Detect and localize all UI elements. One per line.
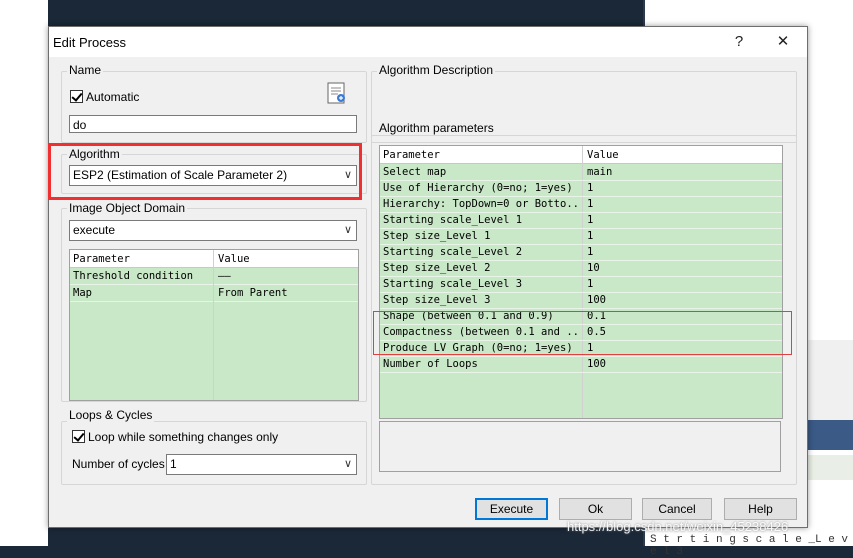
value-cell: —— (218, 270, 231, 282)
cycles-select[interactable]: 1 ∨ (166, 454, 357, 475)
help-button[interactable]: Help (724, 498, 797, 520)
process-name-input[interactable]: do (69, 115, 357, 133)
param-cell: Step size_Level 3 (383, 294, 491, 306)
param-cell: Hierarchy: TopDown=0 or Botto... (383, 198, 579, 210)
algorithm-parameter-grid[interactable]: Parameter Value Select map main Use of Hie… (379, 145, 783, 419)
table-row[interactable]: Threshold condition —— (70, 268, 358, 285)
domain-parameter-grid[interactable]: Parameter Value Threshold condition —— M… (69, 249, 359, 401)
table-row[interactable]: Step size_Level 2 10 (380, 260, 782, 277)
table-row[interactable]: Map From Parent (70, 285, 358, 302)
loop-label: Loop while something changes only (88, 430, 279, 444)
value-cell: 1 (587, 230, 594, 242)
table-row[interactable]: Starting scale_Level 2 1 (380, 244, 782, 261)
table-row[interactable]: Use of Hierarchy (0=no; 1=yes) 1 (380, 180, 782, 197)
cycles-label: Number of cycles (72, 457, 165, 471)
grid-header: Parameter Value (380, 146, 782, 164)
background-panel (806, 340, 853, 420)
domain-legend: Image Object Domain (67, 201, 188, 215)
ok-button[interactable]: Ok (559, 498, 632, 520)
parameter-description-box (379, 421, 781, 472)
header-value: Value (218, 253, 250, 265)
value-cell: main (587, 166, 613, 178)
table-row[interactable]: Hierarchy: TopDown=0 or Botto... 1 (380, 196, 782, 213)
value-cell: From Parent (218, 287, 288, 299)
table-row[interactable]: Number of Loops 100 (380, 356, 782, 373)
value-cell: 100 (587, 358, 606, 370)
execute-button[interactable]: Execute (475, 498, 548, 520)
value-cell: 1 (587, 182, 594, 194)
background-selection (806, 420, 853, 450)
param-cell: Use of Hierarchy (0=no; 1=yes) (383, 182, 573, 194)
table-row[interactable]: Select map main (380, 164, 782, 181)
table-row[interactable]: Step size_Level 3 100 (380, 292, 782, 309)
param-cell: Starting scale_Level 1 (383, 214, 523, 226)
chevron-down-icon: ∨ (343, 224, 352, 236)
background-left (0, 0, 48, 546)
param-cell: Number of Loops (383, 358, 478, 370)
automatic-label: Automatic (86, 90, 140, 104)
table-row[interactable]: Starting scale_Level 3 1 (380, 276, 782, 293)
chevron-down-icon: ∨ (343, 458, 352, 470)
title-bar: Edit Process ? ✕ (49, 27, 807, 57)
table-row[interactable]: Step size_Level 1 1 (380, 228, 782, 245)
param-cell: Step size_Level 2 (383, 262, 491, 274)
background-text: S t r t i n g s c a l e _L e v e l 3 (650, 534, 849, 558)
domain-select[interactable]: execute ∨ (69, 220, 357, 241)
param-cell: Step size_Level 1 (383, 230, 491, 242)
param-cell: Select map (383, 166, 447, 178)
value-cell: 100 (587, 294, 606, 306)
value-cell: 10 (587, 262, 600, 274)
table-row[interactable]: Starting scale_Level 1 1 (380, 212, 782, 229)
automatic-checkbox[interactable] (70, 90, 83, 103)
help-title-button[interactable]: ? (727, 32, 751, 52)
header-parameter: Parameter (73, 253, 130, 265)
document-icon[interactable] (326, 81, 348, 105)
header-parameter: Parameter (383, 149, 440, 161)
value-cell: 1 (587, 198, 594, 210)
background-row (806, 455, 853, 480)
param-cell: Starting scale_Level 3 (383, 278, 523, 290)
highlight-algorithm-box (48, 143, 362, 200)
param-cell: Starting scale_Level 2 (383, 246, 523, 258)
parameters-legend: Algorithm parameters (377, 121, 496, 135)
name-legend: Name (67, 63, 104, 77)
header-value: Value (587, 149, 619, 161)
description-legend: Algorithm Description (377, 63, 496, 77)
domain-selected-value: execute (73, 223, 116, 237)
value-cell: 1 (587, 214, 594, 226)
grid-header: Parameter Value (70, 250, 358, 268)
param-cell: Threshold condition (73, 270, 194, 282)
highlight-parameters-box (373, 311, 792, 355)
loops-legend: Loops & Cycles (67, 408, 155, 422)
dialog-title: Edit Process (53, 35, 126, 50)
param-cell: Map (73, 287, 92, 299)
close-icon[interactable]: ✕ (771, 32, 795, 52)
value-cell: 1 (587, 246, 594, 258)
watermark: https://blog.csdn.net/weixin_45238426 (567, 519, 789, 534)
cycles-value: 1 (170, 457, 177, 471)
loop-checkbox[interactable] (72, 430, 85, 443)
cancel-button[interactable]: Cancel (642, 498, 712, 520)
edit-process-dialog: Edit Process ? ✕ Name Automatic do Algor… (48, 26, 808, 528)
column-divider (213, 250, 214, 400)
value-cell: 1 (587, 278, 594, 290)
